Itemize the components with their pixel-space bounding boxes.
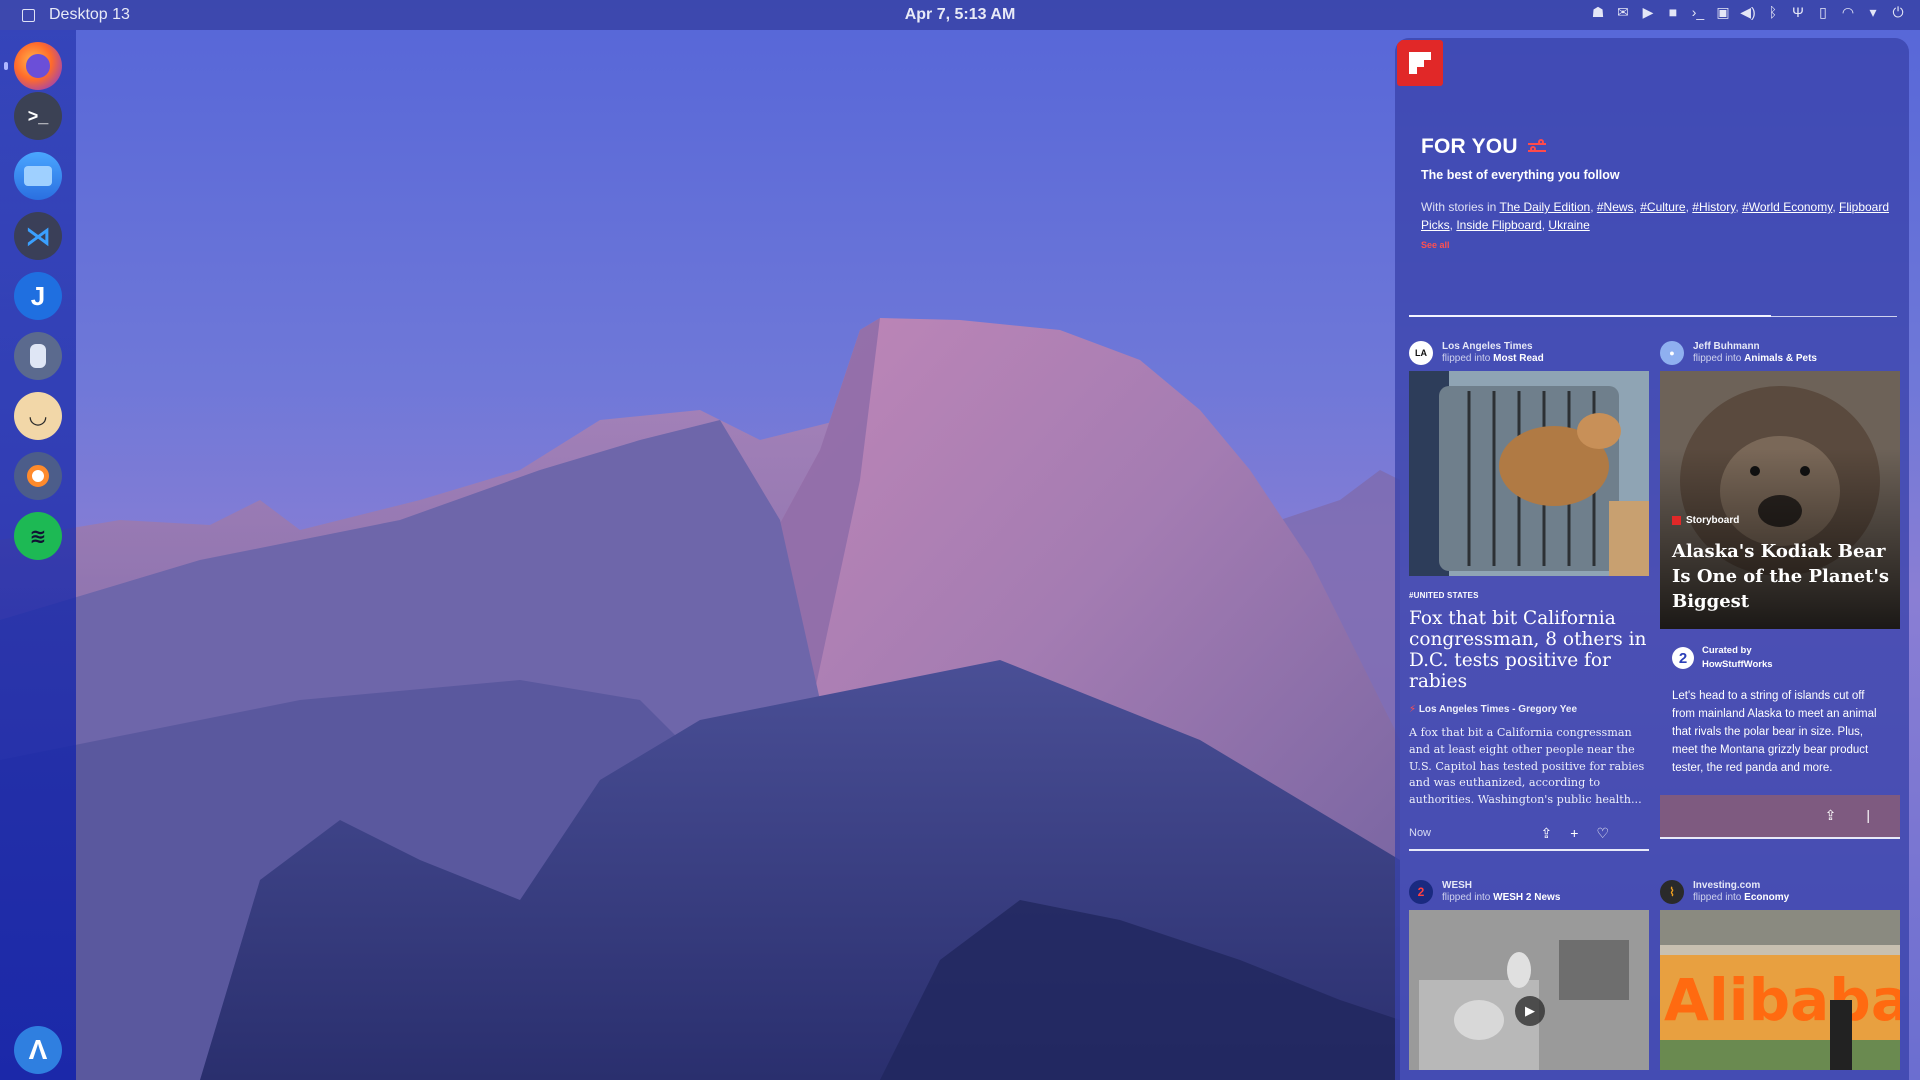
story-link[interactable]: The Daily Edition	[1499, 200, 1590, 214]
share-icon[interactable]: ⇪	[1541, 825, 1553, 842]
source-name: Jeff Buhmann	[1693, 341, 1760, 352]
article-image[interactable]	[1409, 371, 1649, 576]
add-icon[interactable]: +	[1570, 825, 1578, 842]
source-avatar: LA	[1409, 341, 1433, 365]
flipboard-logo[interactable]	[1397, 40, 1443, 86]
vscode-icon[interactable]: ⋊	[14, 212, 62, 260]
camera-icon[interactable]: ■	[1665, 4, 1681, 20]
source-name: Investing.com	[1693, 880, 1761, 891]
story-link[interactable]: #News	[1597, 200, 1634, 214]
card-source[interactable]: ● Jeff Buhmann flipped into Animals & Pe…	[1660, 339, 1900, 367]
blender-icon[interactable]	[14, 452, 62, 500]
power-icon[interactable]: ⏻	[1890, 4, 1906, 20]
battery-icon[interactable]: ▯	[1815, 4, 1831, 20]
curator-name: HowStuffWorks	[1702, 659, 1773, 670]
storyboard-card[interactable]: ● Jeff Buhmann flipped into Animals & Pe…	[1660, 339, 1900, 839]
share-icon[interactable]: ⇪	[1825, 807, 1837, 824]
wifi-icon[interactable]: ◠	[1840, 4, 1856, 20]
firefox-icon[interactable]	[4, 42, 62, 90]
curated-by[interactable]: 2 Curated by HowStuffWorks	[1660, 643, 1900, 677]
chart-avatar-icon: ⌇	[1660, 880, 1684, 904]
article-excerpt: A fox that bit a California congressman …	[1409, 726, 1645, 807]
stories-list: With stories in The Daily Edition, #News…	[1421, 200, 1890, 232]
storyboard-label: Storyboard	[1672, 515, 1739, 526]
app-launcher-icon[interactable]: Λ	[14, 1026, 62, 1074]
spotify-icon[interactable]: ≋	[14, 512, 62, 560]
card-source[interactable]: LA Los Angeles Times flipped into Most R…	[1409, 339, 1649, 367]
joplin-icon[interactable]: J	[14, 272, 62, 320]
story-link[interactable]: #Culture	[1640, 200, 1685, 214]
filter-icon[interactable]	[1527, 139, 1546, 155]
system-tray: ☗ ✉ ▶ ■ ›_ ▣ ◀) ᛒ Ψ ▯ ◠ ▾ ⏻	[1590, 4, 1906, 20]
curator-avatar: 2	[1672, 647, 1694, 669]
story-link[interactable]: Inside Flipboard	[1456, 218, 1541, 232]
article-byline: ⚡ Los Angeles Times - Gregory Yee	[1409, 704, 1578, 715]
top-panel: Desktop 13 Apr 7, 5:13 AM ☗ ✉ ▶ ■ ›_ ▣ ◀…	[0, 0, 1920, 30]
article-tag[interactable]: #UNITED STATES	[1409, 591, 1649, 600]
dropdown-icon[interactable]: ▾	[1865, 4, 1881, 20]
article-card[interactable]: 2 WESH flipped into WESH 2 News ▶	[1409, 878, 1649, 1070]
storyboard-icon	[1672, 516, 1681, 525]
source-name: WESH	[1442, 880, 1472, 891]
source-avatar: 2	[1409, 880, 1433, 904]
terminal-icon[interactable]: ›_	[1690, 4, 1706, 20]
article-card[interactable]: ⌇ Investing.com flipped into Economy Ali…	[1660, 878, 1900, 1070]
alibaba-sign: Alibaba	[1664, 966, 1900, 1034]
story-link[interactable]: Ukraine	[1548, 218, 1589, 232]
video-thumbnail[interactable]: ▶	[1409, 910, 1649, 1070]
user-avatar-icon: ●	[1660, 341, 1684, 365]
storyboard-title[interactable]: Alaska's Kodiak Bear Is One of the Plane…	[1672, 539, 1892, 614]
volume-icon[interactable]: ◀)	[1740, 4, 1756, 20]
like-icon[interactable]: ♡	[1596, 825, 1609, 842]
article-title[interactable]: Fox that bit California congressman, 8 o…	[1409, 608, 1649, 692]
flipped-into: flipped into Economy	[1693, 892, 1790, 903]
feed-divider	[1409, 315, 1897, 317]
for-you-header: FOR YOU	[1421, 135, 1546, 159]
flipboard-panel: FOR YOU The best of everything you follo…	[1395, 38, 1909, 1080]
usb-icon[interactable]: Ψ	[1790, 4, 1806, 20]
source-name: Los Angeles Times	[1442, 341, 1533, 352]
article-image[interactable]: Alibaba	[1660, 910, 1900, 1070]
mail-icon[interactable]: ✉	[1615, 4, 1631, 20]
figma-icon[interactable]	[14, 332, 62, 380]
story-link[interactable]: #World Economy	[1742, 200, 1832, 214]
curated-label: Curated by	[1702, 645, 1752, 656]
story-link[interactable]: #History	[1692, 200, 1735, 214]
screen-icon[interactable]: ▣	[1715, 4, 1731, 20]
feed-title: FOR YOU	[1421, 135, 1518, 158]
flipped-into: flipped into Animals & Pets	[1693, 353, 1817, 364]
flipped-into: flipped into Most Read	[1442, 353, 1544, 364]
more-icon[interactable]: |	[1866, 807, 1870, 824]
timestamp: Now	[1409, 826, 1432, 839]
article-card[interactable]: LA Los Angeles Times flipped into Most R…	[1409, 339, 1649, 851]
play-icon[interactable]: ▶	[1515, 996, 1545, 1026]
flipped-into: flipped into WESH 2 News	[1442, 892, 1561, 903]
article-image[interactable]: Storyboard Alaska's Kodiak Bear Is One o…	[1660, 371, 1900, 629]
flip-icon: ⚡	[1409, 704, 1417, 715]
see-all-link[interactable]: See all	[1421, 240, 1450, 250]
terminal-icon[interactable]: >_	[14, 92, 62, 140]
feed-tagline: The best of everything you follow	[1421, 168, 1620, 182]
card-footer: ⇪ |	[1660, 795, 1900, 839]
dock: >_ ⋊ J ◡ ≋ Λ	[0, 30, 76, 1080]
media-icon[interactable]: ▶	[1640, 4, 1656, 20]
storyboard-description: Let's head to a string of islands cut of…	[1672, 690, 1877, 774]
notification-icon[interactable]: ☗	[1590, 4, 1606, 20]
bluetooth-icon[interactable]: ᛒ	[1765, 4, 1781, 20]
card-source[interactable]: 2 WESH flipped into WESH 2 News	[1409, 878, 1649, 906]
card-footer: Now ⇪ + ♡	[1409, 821, 1649, 851]
card-source[interactable]: ⌇ Investing.com flipped into Economy	[1660, 878, 1900, 906]
files-icon[interactable]	[14, 152, 62, 200]
inkscape-icon[interactable]: ◡	[14, 392, 62, 440]
stories-prefix: With stories in	[1421, 200, 1497, 214]
